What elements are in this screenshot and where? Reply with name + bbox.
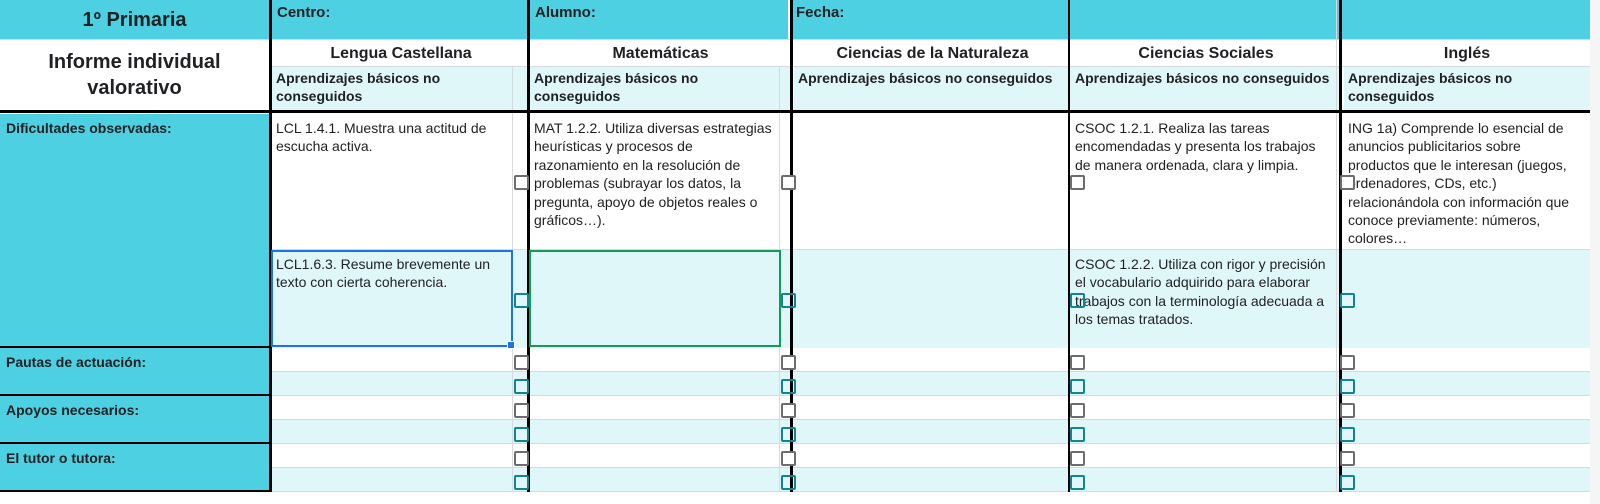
row-label-pautas[interactable]: Pautas de actuación: [0, 348, 269, 394]
checkbox-pautas-mat-2[interactable] [781, 379, 796, 394]
checkbox-tutor-mat-1[interactable] [781, 451, 796, 466]
subject-name-sociales[interactable]: Ciencias Sociales [1071, 40, 1341, 67]
checkbox-apoyos-lcl-1[interactable] [514, 403, 529, 418]
subject-name-naturaleza[interactable]: Ciencias de la Naturaleza [794, 40, 1071, 67]
col-header-sociales[interactable]: Aprendizajes básicos no conseguidos [1071, 67, 1337, 110]
checkbox-apoyos-nat-2[interactable] [1070, 427, 1085, 442]
centro-label-cell[interactable]: Centro: [272, 0, 527, 40]
col-header-matematicas[interactable]: Aprendizajes básicos no conseguidos [530, 67, 780, 110]
checkbox-apoyos-nat-1[interactable] [1070, 403, 1085, 418]
report-title-cell[interactable]: Informe individual valorativo [0, 40, 269, 110]
checkbox-lcl-2[interactable] [514, 293, 529, 308]
row-band [272, 348, 1590, 372]
item-mat-1[interactable]: MAT 1.2.2. Utiliza diversas estrategias … [530, 116, 780, 248]
item-ing-1[interactable]: ING 1a) Comprende lo esencial de anuncio… [1344, 116, 1590, 248]
row-label-dificultades[interactable]: Dificultades observadas: [0, 114, 269, 346]
checkbox-nat-1[interactable] [1070, 175, 1085, 190]
checkbox-pautas-lcl-2[interactable] [514, 379, 529, 394]
row-band [272, 396, 1590, 420]
spreadsheet-grid: 1º Primaria Centro: Alumno: Fecha: Infor… [0, 0, 1600, 504]
checkbox-pautas-csoc-1[interactable] [1340, 355, 1355, 370]
checkbox-apoyos-lcl-2[interactable] [514, 427, 529, 442]
active-cell-selection[interactable] [271, 250, 515, 349]
checkbox-mat-1[interactable] [781, 175, 796, 190]
row-label-apoyos[interactable]: Apoyos necesarios: [0, 396, 269, 442]
grade-title-cell[interactable]: 1º Primaria [0, 0, 269, 40]
checkbox-lcl-1[interactable] [514, 175, 529, 190]
checkbox-tutor-nat-1[interactable] [1070, 451, 1085, 466]
subject-name-matematicas[interactable]: Matemáticas [530, 40, 791, 67]
col-header-lengua[interactable]: Aprendizajes básicos no conseguidos [272, 67, 513, 110]
checkbox-tutor-lcl-2[interactable] [514, 475, 529, 490]
row-band [272, 444, 1590, 468]
fill-handle[interactable] [507, 341, 515, 349]
checkbox-pautas-csoc-2[interactable] [1340, 379, 1355, 394]
item-csoc-1[interactable]: CSOC 1.2.1. Realiza las tareas encomenda… [1071, 116, 1337, 248]
checkbox-tutor-csoc-1[interactable] [1340, 451, 1355, 466]
checkbox-apoyos-mat-2[interactable] [781, 427, 796, 442]
checkbox-apoyos-csoc-1[interactable] [1340, 403, 1355, 418]
col-header-naturaleza[interactable]: Aprendizajes básicos no conseguidos [794, 67, 1069, 110]
checkbox-nat-2[interactable] [1070, 293, 1085, 308]
row-band [272, 468, 1590, 492]
checkbox-pautas-nat-1[interactable] [1070, 355, 1085, 370]
fecha-label-cell[interactable]: Fecha: [791, 0, 1071, 40]
empty-header-cell[interactable] [1341, 0, 1590, 40]
item-lcl-1[interactable]: LCL 1.4.1. Muestra una actitud de escuch… [272, 116, 512, 248]
row-label-tutor[interactable]: El tutor o tutora: [0, 444, 269, 490]
subject-name-lengua[interactable]: Lengua Castellana [272, 40, 530, 67]
checkbox-tutor-csoc-2[interactable] [1340, 475, 1355, 490]
checkbox-pautas-mat-1[interactable] [781, 355, 796, 370]
alumno-label-cell[interactable]: Alumno: [530, 0, 788, 40]
subject-name-ingles[interactable]: Inglés [1344, 40, 1590, 67]
highlighted-cell-range[interactable] [529, 250, 781, 347]
checkbox-csoc-2[interactable] [1340, 293, 1355, 308]
checkbox-csoc-1[interactable] [1340, 175, 1355, 190]
col-header-ingles[interactable]: Aprendizajes básicos no conseguidos [1344, 67, 1590, 110]
checkbox-tutor-nat-2[interactable] [1070, 475, 1085, 490]
checkbox-tutor-mat-2[interactable] [781, 475, 796, 490]
vertical-scrollbar[interactable] [1590, 0, 1600, 504]
checkbox-pautas-nat-2[interactable] [1070, 379, 1085, 394]
row-band [272, 372, 1590, 396]
checkbox-mat-2[interactable] [781, 293, 796, 308]
checkbox-apoyos-csoc-2[interactable] [1340, 427, 1355, 442]
empty-header-cell[interactable] [1071, 0, 1338, 40]
item-csoc-2[interactable]: CSOC 1.2.2. Utiliza con rigor y precisió… [1071, 252, 1337, 346]
checkbox-apoyos-mat-1[interactable] [781, 403, 796, 418]
checkbox-pautas-lcl-1[interactable] [514, 355, 529, 370]
checkbox-tutor-lcl-1[interactable] [514, 451, 529, 466]
row-band [272, 420, 1590, 444]
